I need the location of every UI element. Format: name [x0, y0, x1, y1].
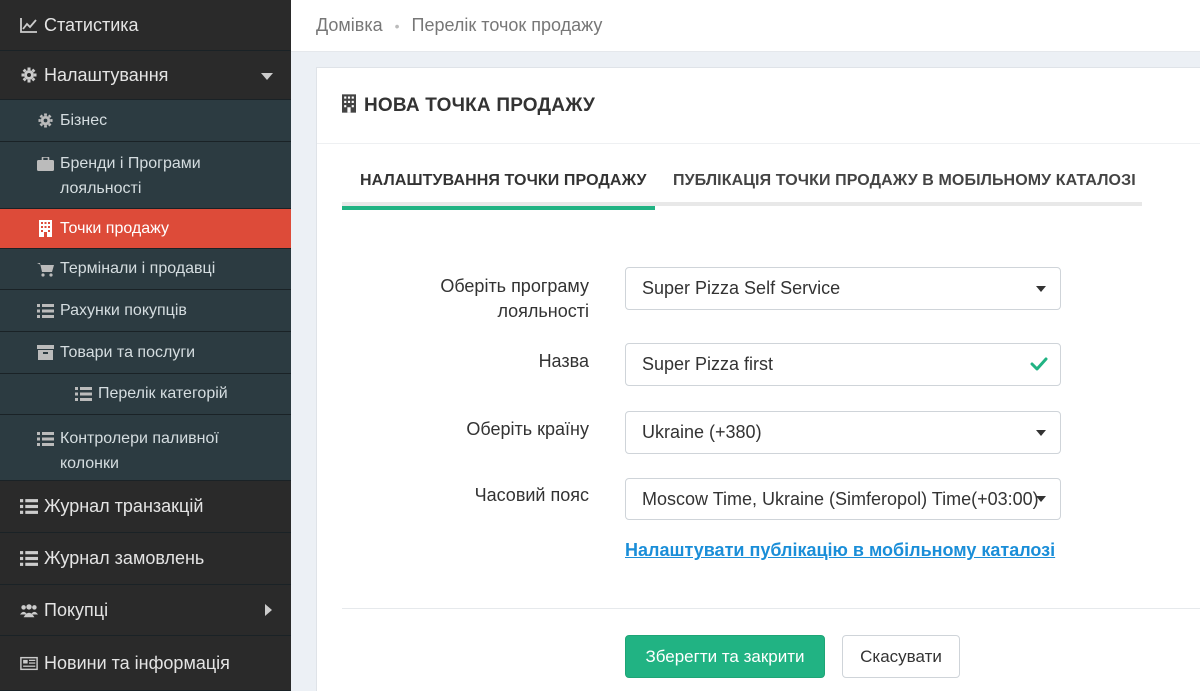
- sidebar-item-label: Товари та послуги: [60, 343, 196, 361]
- mobile-catalog-settings-link[interactable]: Налаштувати публікацію в мобільному ката…: [625, 540, 1055, 561]
- sidebar-item-terminals[interactable]: Термінали і продавці: [0, 249, 291, 290]
- gear-icon: [37, 112, 54, 130]
- sidebar-item-brands[interactable]: Бренди і Програми лояльності: [0, 142, 291, 209]
- cart-icon: [37, 260, 54, 278]
- tab-mobile-catalog[interactable]: ПУБЛІКАЦІЯ ТОЧКИ ПРОДАЖУ В МОБІЛЬНОМУ КА…: [673, 156, 1153, 206]
- name-input[interactable]: Super Pizza first: [625, 343, 1061, 386]
- chevron-down-icon: [1036, 496, 1046, 502]
- loyalty-program-select[interactable]: Super Pizza Self Service: [625, 267, 1061, 310]
- tab-bar: НАЛАШТУВАННЯ ТОЧКИ ПРОДАЖУ ПУБЛІКАЦІЯ ТО…: [342, 156, 1142, 210]
- check-icon: [1030, 355, 1048, 378]
- save-and-close-button[interactable]: Зберегти та закрити: [625, 635, 825, 678]
- list-icon: [20, 550, 38, 568]
- divider: [342, 608, 1200, 609]
- page-title: НОВА ТОЧКА ПРОДАЖУ: [364, 94, 596, 116]
- sidebar-item-label: Журнал замовлень: [44, 548, 205, 568]
- sidebar-item-news[interactable]: Новини та інформація: [0, 636, 291, 691]
- archive-icon: [37, 344, 54, 362]
- users-icon: [20, 601, 38, 619]
- cancel-button[interactable]: Скасувати: [842, 635, 960, 678]
- name-label: Назва: [538, 351, 589, 371]
- list-icon: [75, 385, 92, 403]
- sidebar-item-label: Термінали і продавці: [60, 260, 216, 277]
- sidebar-item-label: Бренди і Програми лояльності: [60, 155, 201, 197]
- briefcase-icon: [37, 155, 54, 173]
- breadcrumb: Домівка • Перелік точок продажу: [291, 0, 1200, 52]
- tab-point-settings[interactable]: НАЛАШТУВАННЯ ТОЧКИ ПРОДАЖУ: [342, 156, 655, 210]
- sidebar: Статистика Налаштування Бізнес Бренди і …: [0, 0, 291, 691]
- loyalty-program-value: Super Pizza Self Service: [642, 278, 841, 298]
- country-value: Ukraine (+380): [642, 422, 762, 442]
- sidebar-item-label: Перелік категорій: [98, 385, 228, 402]
- timezone-label: Часовий пояс: [474, 485, 589, 505]
- sidebar-item-label: Контролери паливної колонки: [60, 430, 219, 472]
- sidebar-item-categories[interactable]: Перелік категорій: [0, 374, 291, 415]
- chevron-down-icon: [1036, 429, 1046, 436]
- caret-right-icon: [265, 600, 273, 621]
- timezone-select[interactable]: Moscow Time, Ukraine (Simferopol) Time(+…: [625, 478, 1061, 520]
- sidebar-item-settings[interactable]: Налаштування: [0, 51, 291, 100]
- sidebar-item-label: Бізнес: [60, 111, 108, 129]
- newspaper-icon: [20, 654, 38, 672]
- building-icon: [342, 93, 356, 118]
- sidebar-item-label: Журнал транзакцій: [44, 496, 204, 516]
- country-select[interactable]: Ukraine (+380): [625, 411, 1061, 454]
- breadcrumb-separator-icon: •: [394, 17, 400, 34]
- main-panel: НОВА ТОЧКА ПРОДАЖУ НАЛАШТУВАННЯ ТОЧКИ ПР…: [316, 67, 1200, 691]
- panel-header: НОВА ТОЧКА ПРОДАЖУ: [317, 68, 1200, 144]
- sidebar-item-transactions-log[interactable]: Журнал транзакцій: [0, 481, 291, 533]
- loyalty-program-label: Оберіть програму лояльності: [440, 276, 589, 321]
- list-icon: [37, 302, 54, 320]
- sidebar-item-label: Точки продажу: [60, 219, 170, 237]
- sidebar-item-label: Налаштування: [44, 64, 169, 85]
- breadcrumb-current: Перелік точок продажу: [411, 15, 603, 35]
- sidebar-item-goods-services[interactable]: Товари та послуги: [0, 332, 291, 374]
- line-chart-icon: [20, 16, 38, 34]
- sidebar-item-customers[interactable]: Покупці: [0, 585, 291, 636]
- sidebar-item-label: Рахунки покупців: [60, 301, 187, 319]
- building-icon: [37, 220, 54, 238]
- sidebar-item-fuel-controllers[interactable]: Контролери паливної колонки: [0, 415, 291, 481]
- sidebar-item-customer-accounts[interactable]: Рахунки покупців: [0, 290, 291, 332]
- sidebar-item-points-of-sale[interactable]: Точки продажу: [0, 209, 291, 249]
- caret-down-icon: [261, 65, 273, 86]
- list-icon: [20, 498, 38, 516]
- gear-icon: [20, 66, 38, 84]
- timezone-value: Moscow Time, Ukraine (Simferopol) Time(+…: [642, 488, 1039, 509]
- sidebar-item-label: Новини та інформація: [44, 652, 230, 673]
- sidebar-item-label: Статистика: [44, 14, 139, 35]
- chevron-down-icon: [1036, 285, 1046, 292]
- sidebar-item-statistics[interactable]: Статистика: [0, 0, 291, 51]
- sidebar-item-label: Покупці: [44, 599, 109, 620]
- sidebar-item-orders-log[interactable]: Журнал замовлень: [0, 533, 291, 585]
- name-value: Super Pizza first: [642, 354, 774, 374]
- sidebar-item-business[interactable]: Бізнес: [0, 100, 291, 142]
- breadcrumb-home-link[interactable]: Домівка: [316, 15, 383, 36]
- list-icon: [37, 430, 54, 448]
- country-label: Оберіть країну: [466, 419, 589, 439]
